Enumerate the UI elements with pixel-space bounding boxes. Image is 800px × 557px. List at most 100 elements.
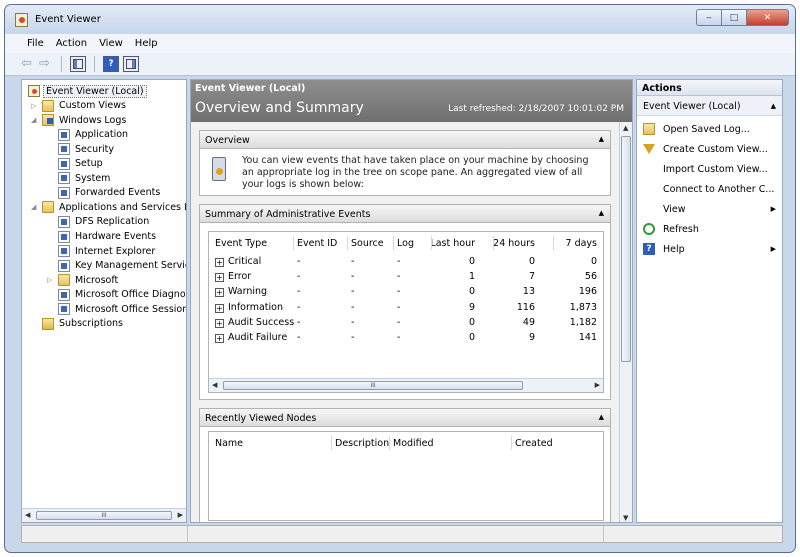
column-header-created[interactable]: Created xyxy=(515,438,553,449)
tree-item[interactable]: ▷ Microsoft xyxy=(47,273,120,287)
menu-action[interactable]: Action xyxy=(50,34,93,53)
tree-item[interactable]: Microsoft Office Diagnostics xyxy=(58,288,186,302)
expand-plus-icon[interactable]: + xyxy=(215,334,224,343)
column-header-modified[interactable]: Modified xyxy=(393,438,434,449)
expand-plus-icon[interactable]: + xyxy=(215,303,224,313)
menu-help[interactable]: Help xyxy=(129,34,164,53)
menu-view[interactable]: View xyxy=(93,34,129,53)
tree-item[interactable]: System xyxy=(58,171,112,185)
column-header-source[interactable]: Source xyxy=(351,238,384,249)
recent-nodes-header[interactable]: Recently Viewed Nodes ▲ xyxy=(200,409,610,427)
scroll-right-arrow-icon[interactable]: ▶ xyxy=(178,511,183,519)
help-icon[interactable]: ? xyxy=(103,56,119,72)
scrollbar-thumb[interactable]: III xyxy=(36,511,172,520)
scroll-right-arrow-icon[interactable]: ▶ xyxy=(595,381,600,389)
action-item[interactable]: View ▶ xyxy=(637,200,782,218)
tree-item[interactable]: Internet Explorer xyxy=(58,244,157,258)
action-item[interactable]: Connect to Another C... xyxy=(637,180,782,198)
action-item[interactable]: Create Custom View... xyxy=(637,140,782,158)
tree-item[interactable]: Subscriptions xyxy=(42,317,125,331)
table-row-event-type[interactable]: + Audit Failure xyxy=(215,332,287,343)
column-header-7-days[interactable]: 7 days xyxy=(566,238,598,249)
tree-item-label: Custom Views xyxy=(59,100,126,112)
tree-item[interactable]: ◢ Windows Logs xyxy=(31,113,128,127)
table-cell: Audit Success xyxy=(228,316,295,328)
table-cell: 0 xyxy=(590,256,597,267)
expand-plus-icon[interactable]: + xyxy=(215,288,224,298)
tree-item[interactable]: Microsoft Office Sessions xyxy=(58,302,186,316)
action-item[interactable]: Open Saved Log... xyxy=(637,120,782,138)
tree-item[interactable]: Security xyxy=(58,142,116,156)
scroll-left-arrow-icon[interactable]: ◀ xyxy=(212,381,217,389)
column-divider xyxy=(493,236,494,250)
summary-header[interactable]: Summary of Administrative Events ▲ xyxy=(200,205,610,223)
expand-plus-icon[interactable]: + xyxy=(215,318,224,328)
show-hide-tree-icon[interactable] xyxy=(70,56,86,72)
title-bar[interactable]: Event Viewer ‒ □ ✕ xyxy=(5,5,795,33)
scroll-down-arrow-icon[interactable]: ▼ xyxy=(623,514,628,522)
column-header-event-type[interactable]: Event Type xyxy=(215,238,267,249)
tree-item[interactable]: DFS Replication xyxy=(58,215,151,229)
collapse-icon[interactable]: ▲ xyxy=(771,102,776,110)
action-item[interactable]: ? Help ▶ xyxy=(637,240,782,258)
forward-arrow-icon[interactable]: ⇨ xyxy=(39,57,53,71)
scrollbar-thumb[interactable] xyxy=(621,136,631,362)
scroll-left-arrow-icon[interactable]: ◀ xyxy=(25,511,30,519)
tree-item[interactable]: Application xyxy=(58,128,130,142)
tree-item[interactable]: Setup xyxy=(58,157,105,171)
expand-plus-icon[interactable]: + xyxy=(215,273,224,283)
table-row-event-type[interactable]: + Error xyxy=(215,271,252,283)
collapse-icon[interactable]: ▲ xyxy=(599,413,604,421)
tree-item[interactable]: Forwarded Events xyxy=(58,186,162,200)
scrollbar-thumb[interactable]: III xyxy=(223,381,523,390)
show-hide-action-pane-icon[interactable] xyxy=(123,56,139,72)
table-row-event-type[interactable]: + Information xyxy=(215,302,283,313)
table-cell: - xyxy=(297,286,301,298)
column-divider xyxy=(393,236,394,250)
column-header-description[interactable]: Description xyxy=(335,438,389,449)
column-header-last-hour[interactable]: Last hour xyxy=(430,238,475,249)
log-icon xyxy=(58,288,70,301)
expand-arrow-icon[interactable]: ▷ xyxy=(31,102,36,110)
table-row-event-type[interactable]: + Critical xyxy=(215,256,261,267)
minimize-button[interactable]: ‒ xyxy=(696,9,722,26)
collapse-arrow-icon[interactable]: ◢ xyxy=(31,116,36,124)
column-header-log[interactable]: Log xyxy=(397,238,414,249)
table-row-event-type[interactable]: + Audit Success xyxy=(215,317,294,328)
action-label: Help xyxy=(663,243,685,255)
collapse-arrow-icon[interactable]: ◢ xyxy=(31,203,36,211)
status-cell xyxy=(22,526,188,542)
collapse-icon[interactable]: ▲ xyxy=(599,209,604,217)
tree-item[interactable]: Hardware Events xyxy=(58,230,158,244)
table-cell: 49 xyxy=(522,316,535,328)
scroll-up-arrow-icon[interactable]: ▲ xyxy=(623,124,628,132)
table-cell: - xyxy=(351,301,355,313)
overview-header[interactable]: Overview ▲ xyxy=(200,131,610,149)
tree-item-label: Microsoft xyxy=(75,274,119,286)
center-vertical-scrollbar[interactable]: ▲ ▼ xyxy=(619,122,632,522)
expand-arrow-icon[interactable]: ▷ xyxy=(47,276,52,284)
close-button[interactable]: ✕ xyxy=(747,9,789,26)
tree-horizontal-scrollbar[interactable]: ◀ III ▶ xyxy=(22,508,186,522)
tree-item[interactable]: ◢ Applications and Services Logs xyxy=(31,200,186,214)
tree-item[interactable]: ▷ Custom Views xyxy=(31,99,128,113)
filter-icon xyxy=(643,144,655,154)
tree-item[interactable]: Event Viewer (Local) xyxy=(28,84,147,98)
tree-item[interactable]: Key Management Service xyxy=(58,259,186,273)
table-cell: 1,182 xyxy=(569,316,597,328)
table-cell: Error xyxy=(228,271,252,283)
column-header-24-hours[interactable]: 24 hours xyxy=(493,238,535,249)
action-item[interactable]: Import Custom View... xyxy=(637,160,782,178)
action-item[interactable]: Refresh xyxy=(637,220,782,238)
back-arrow-icon[interactable]: ⇦ xyxy=(21,57,35,71)
column-header-name[interactable]: Name xyxy=(215,438,243,449)
expand-plus-icon[interactable]: + xyxy=(215,258,224,267)
summary-horizontal-scrollbar[interactable]: ◀ III ▶ xyxy=(209,378,603,392)
collapse-icon[interactable]: ▲ xyxy=(599,135,604,143)
table-row-event-type[interactable]: + Warning xyxy=(215,286,267,298)
maximize-button[interactable]: □ xyxy=(722,9,747,26)
action-label: Create Custom View... xyxy=(663,143,768,155)
actions-group-header[interactable]: Event Viewer (Local) ▲ xyxy=(637,96,782,116)
column-header-event-id[interactable]: Event ID xyxy=(297,238,337,249)
menu-file[interactable]: File xyxy=(21,34,50,53)
